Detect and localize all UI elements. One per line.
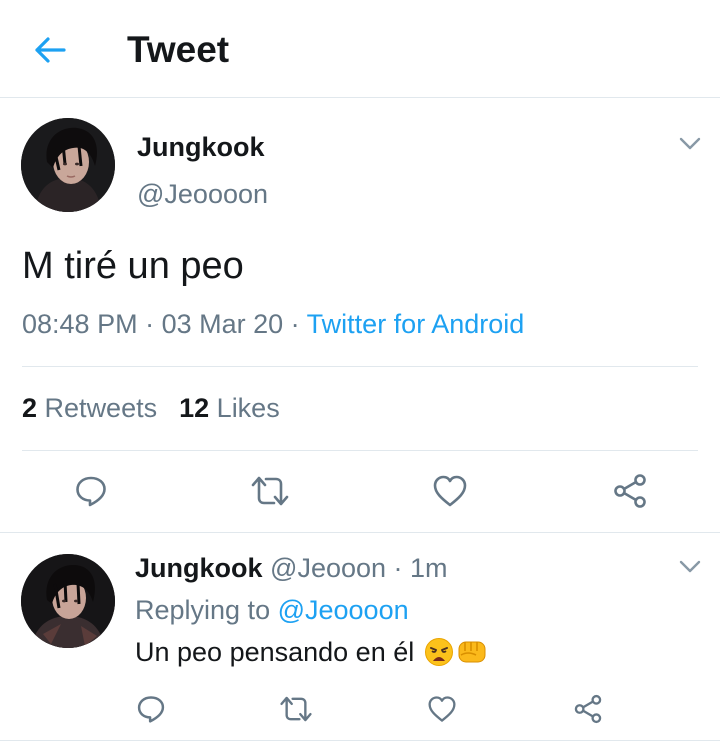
tweet-source-link[interactable]: Twitter for Android (307, 309, 525, 339)
reply-reply-button[interactable] (132, 690, 170, 728)
meta-separator: · (283, 309, 307, 339)
retweet-icon (251, 476, 289, 506)
likes-count: 12 (179, 393, 210, 423)
retweets-label: Retweets (44, 393, 158, 423)
chevron-down-icon (679, 560, 701, 573)
reply-retweet-button[interactable] (277, 690, 315, 728)
retweets-stat[interactable]: 2 Retweets (22, 393, 157, 423)
author-handle[interactable]: @Jeoooon (137, 177, 268, 211)
arrow-left-icon (35, 37, 66, 63)
likes-label: Likes (216, 393, 280, 423)
page-title: Tweet (127, 29, 230, 70)
replying-prefix: Replying to (135, 595, 278, 625)
reply-time: 1m (410, 553, 448, 583)
weary-face-emoji (425, 638, 454, 666)
chevron-down-icon (679, 137, 701, 150)
retweets-count: 2 (22, 393, 38, 423)
likes-stat[interactable]: 12 Likes (179, 393, 280, 423)
share-icon (614, 474, 646, 508)
divider (22, 366, 698, 367)
divider (0, 532, 720, 533)
tweet-options-button[interactable] (677, 131, 703, 157)
heart-icon (428, 696, 456, 722)
divider (0, 740, 720, 741)
tweet-text: M tiré un peo (22, 245, 244, 287)
retweet-icon (280, 696, 312, 722)
divider (22, 450, 698, 451)
meta-separator: · (137, 309, 162, 339)
tweet-time: 08:48 PM (22, 309, 138, 339)
replying-to: Replying to @Jeoooon (135, 592, 409, 628)
author-avatar[interactable] (21, 118, 115, 212)
reply-text-line: Un peo pensando en él (135, 634, 488, 670)
reply-author-avatar[interactable] (21, 554, 115, 648)
back-button[interactable] (30, 32, 70, 68)
reply-header: Jungkook @Jeooon · 1m (135, 550, 448, 586)
reply-like-button[interactable] (423, 690, 461, 728)
reply-author-name[interactable]: Jungkook (135, 553, 263, 583)
reply-time-separator: · (386, 553, 411, 583)
reply-options-button[interactable] (677, 554, 703, 580)
avatar-photo (21, 118, 115, 212)
tweet-stats: 2 Retweets 12 Likes (22, 390, 280, 426)
reply-icon (137, 696, 165, 723)
tweet-meta: 08:48 PM · 03 Mar 20 · Twitter for Andro… (22, 306, 524, 342)
retweet-button[interactable] (249, 470, 291, 512)
reply-text: Un peo pensando en él (135, 637, 415, 667)
top-bar: Tweet (0, 0, 720, 98)
replying-mention-link[interactable]: @Jeoooon (278, 595, 409, 625)
reply-share-button[interactable] (569, 690, 607, 728)
avatar-photo (21, 554, 115, 648)
tweet-date: 03 Mar 20 (161, 309, 284, 339)
heart-icon (433, 475, 467, 507)
oncoming-fist-emoji (458, 641, 486, 663)
author-name[interactable]: Jungkook (137, 130, 265, 164)
share-button[interactable] (609, 470, 651, 512)
like-button[interactable] (429, 470, 471, 512)
reply-author-handle[interactable]: @Jeooon (270, 553, 386, 583)
share-icon (574, 694, 602, 724)
reply-icon (76, 476, 106, 507)
reply-button[interactable] (70, 470, 112, 512)
